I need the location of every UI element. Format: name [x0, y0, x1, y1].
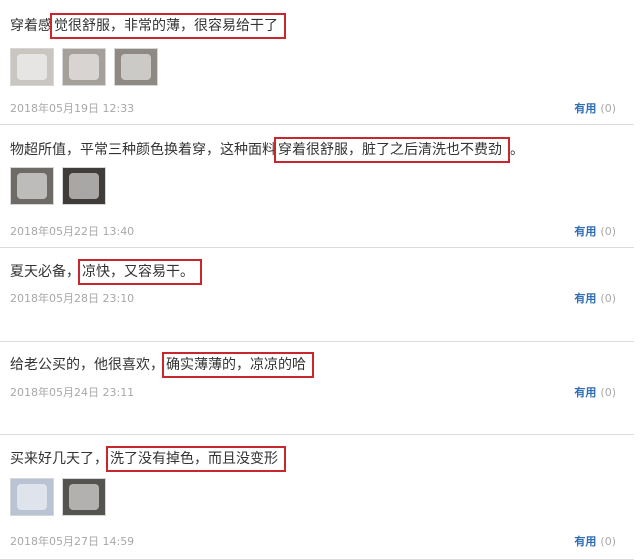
review-text-plain: 给老公买的，他很喜欢， [10, 357, 164, 373]
useful-count: (0) [600, 102, 616, 115]
review-text: 给老公买的，他很喜欢， 确实薄薄的，凉凉的哈 [10, 352, 314, 378]
useful-button[interactable]: 有用 (0) [574, 533, 616, 549]
useful-count: (0) [600, 386, 616, 399]
review-text-trailing: 。 [510, 142, 524, 158]
review-photos [10, 48, 158, 86]
review-date: 2018年05月28日 23:10 [10, 292, 135, 305]
review-text-plain: 穿着感 [10, 18, 52, 34]
review-text-plain: 物超所值，平常三种颜色换着穿，这种面料 [10, 142, 276, 158]
useful-button[interactable]: 有用 (0) [574, 100, 616, 116]
useful-label: 有用 [574, 292, 597, 305]
review-date: 2018年05月24日 23:11 [10, 386, 135, 399]
review-text-highlight: 觉很舒服，非常的薄，很容易给干了 [50, 13, 286, 39]
review-text-plain: 夏天必备， [10, 264, 80, 280]
review-text-plain: 买来好几天了， [10, 451, 108, 467]
review-item: 给老公买的，他很喜欢， 确实薄薄的，凉凉的哈 2018年05月24日 23:11 有用… [0, 342, 634, 435]
review-list: 穿着感 觉很舒服，非常的薄，很容易给干了 2018年05月19日 12:33 有用 (0… [0, 0, 640, 560]
review-photo-thumbnail[interactable] [10, 48, 54, 86]
review-photo-thumbnail[interactable] [62, 478, 106, 516]
useful-count: (0) [600, 225, 616, 238]
review-text: 物超所值，平常三种颜色换着穿，这种面料 穿着很舒服，脏了之后清洗也不费劲。 [10, 137, 524, 163]
review-text-highlight: 确实薄薄的，凉凉的哈 [162, 352, 314, 378]
useful-label: 有用 [574, 386, 597, 399]
review-date: 2018年05月19日 12:33 [10, 102, 135, 115]
review-photo-thumbnail[interactable] [10, 167, 54, 205]
review-photos [10, 478, 106, 516]
review-photo-thumbnail[interactable] [62, 48, 106, 86]
review-text-highlight: 穿着很舒服，脏了之后清洗也不费劲 [274, 137, 510, 163]
useful-button[interactable]: 有用 (0) [574, 290, 616, 306]
useful-label: 有用 [574, 225, 597, 238]
review-item: 穿着感 觉很舒服，非常的薄，很容易给干了 2018年05月19日 12:33 有用 (0… [0, 0, 634, 125]
review-photo-thumbnail[interactable] [114, 48, 158, 86]
review-photo-thumbnail[interactable] [62, 167, 106, 205]
review-text: 买来好几天了， 洗了没有掉色，而且没变形 [10, 446, 286, 472]
review-item: 物超所值，平常三种颜色换着穿，这种面料 穿着很舒服，脏了之后清洗也不费劲。 2018… [0, 125, 634, 248]
useful-button[interactable]: 有用 (0) [574, 223, 616, 239]
review-text-highlight: 洗了没有掉色，而且没变形 [106, 446, 286, 472]
useful-button[interactable]: 有用 (0) [574, 384, 616, 400]
useful-count: (0) [600, 292, 616, 305]
review-date: 2018年05月27日 14:59 [10, 535, 135, 548]
review-text: 夏天必备， 凉快，又容易干。 [10, 259, 202, 285]
review-date: 2018年05月22日 13:40 [10, 225, 135, 238]
review-photo-thumbnail[interactable] [10, 478, 54, 516]
review-text-highlight: 凉快，又容易干。 [78, 259, 202, 285]
review-photos [10, 167, 106, 205]
useful-count: (0) [600, 535, 616, 548]
review-item: 夏天必备， 凉快，又容易干。 2018年05月28日 23:10 有用 (0) [0, 248, 634, 342]
review-item: 买来好几天了， 洗了没有掉色，而且没变形 2018年05月27日 14:59 有用 (0… [0, 435, 634, 560]
useful-label: 有用 [574, 535, 597, 548]
useful-label: 有用 [574, 102, 597, 115]
review-text: 穿着感 觉很舒服，非常的薄，很容易给干了 [10, 13, 286, 39]
